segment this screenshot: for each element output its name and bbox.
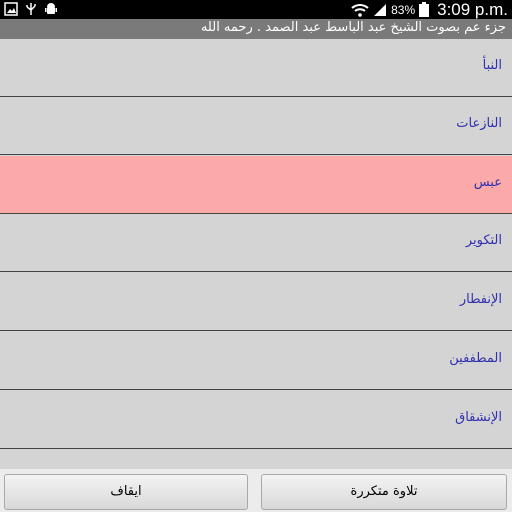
app-title: جزء عم بصوت الشيخ عبد الباسط عبد الصمد .… [200,20,506,35]
list-item[interactable]: المطففين [0,332,512,390]
usb-debug-icon [26,3,36,15]
list-item-label: عبس [473,175,502,190]
status-bar: 83% 3:09 p.m. [0,0,512,19]
list-item-label: الإنشقاق [455,410,502,425]
surah-list[interactable]: النبأ النازعات عبس التكوير الإنفطار المط… [0,39,512,469]
list-item-selected[interactable]: عبس [0,156,512,214]
list-item-label: التكوير [465,233,502,248]
list-item-label: النبأ [482,58,502,73]
list-item-label: الإنفطار [459,292,502,307]
signal-icon [374,3,387,16]
battery-icon [419,2,430,17]
list-item[interactable]: الإنشقاق [0,391,512,449]
repeat-recitation-button[interactable]: تلاوة متكررة [261,474,507,510]
list-item-label: المطففين [449,351,502,366]
clock: 3:09 p.m. [437,0,508,19]
list-item[interactable]: الإنفطار [0,273,512,331]
wifi-icon [351,3,369,17]
android-icon [45,3,57,14]
stop-button[interactable]: ايقاف [4,474,248,510]
list-item[interactable]: النازعات [0,97,512,155]
battery-percent: 83% [391,2,416,17]
photo-icon [4,2,18,16]
button-bar: ايقاف تلاوة متكررة [0,469,512,512]
list-item-label: النازعات [456,116,502,131]
list-item[interactable]: النبأ [0,39,512,97]
list-item[interactable]: التكوير [0,214,512,272]
title-bar: جزء عم بصوت الشيخ عبد الباسط عبد الصمد .… [0,19,512,39]
